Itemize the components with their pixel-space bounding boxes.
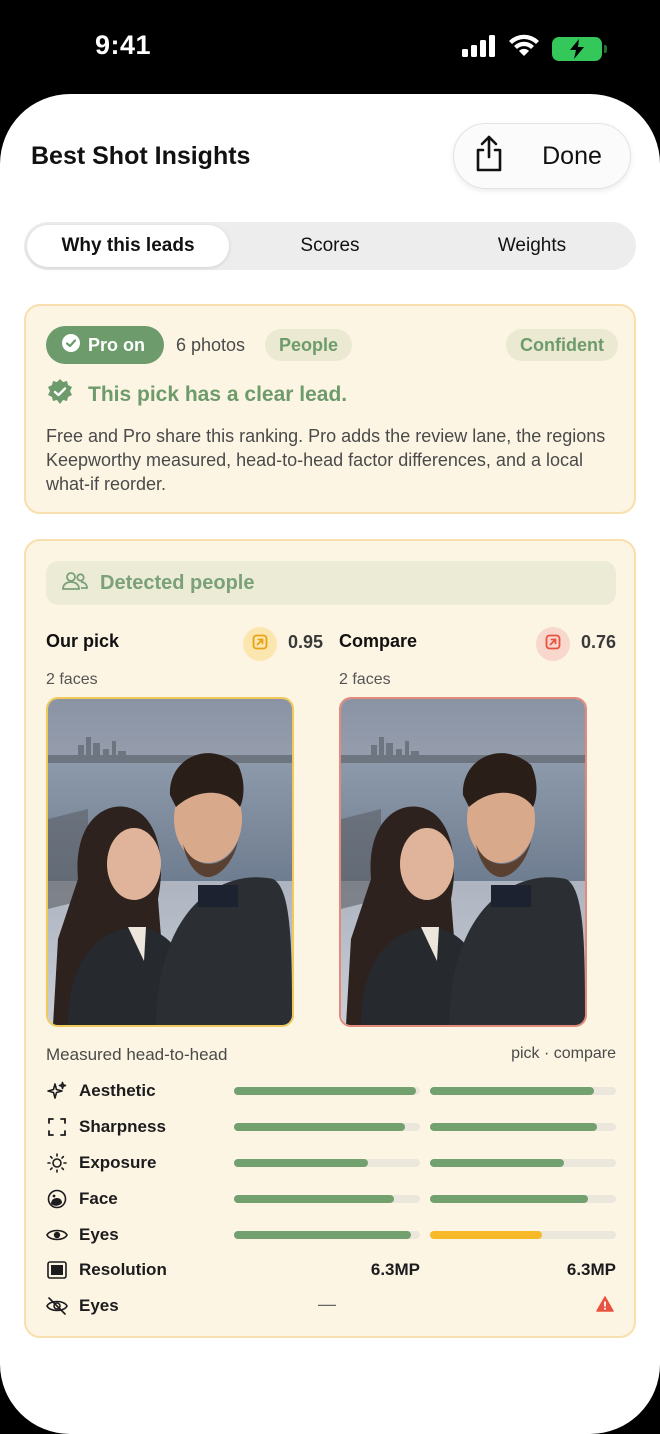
compare-column: Compare 0.76 2 faces (339, 627, 616, 1027)
face-icon (46, 1188, 68, 1210)
sun-icon (46, 1152, 68, 1174)
lead-text: This pick has a clear lead. (88, 382, 348, 406)
detected-people-card: Detected people Our pick 0.95 2 faces Co… (24, 539, 636, 1338)
compare-resolution: 6.3MP (566, 1260, 616, 1279)
pick-faces: 2 faces (46, 671, 98, 688)
pick-eyes-closed-value: — (318, 1294, 336, 1314)
metric-row-exposure: Exposure (46, 1149, 616, 1177)
compare-bar-fill (430, 1159, 564, 1167)
head-to-head-label: Measured head-to-head (46, 1045, 228, 1064)
pick-bar-fill (234, 1195, 394, 1203)
compare-bar-track (430, 1159, 616, 1167)
metric-row-sharpness: Sharpness (46, 1113, 616, 1141)
pick-resolution: 6.3MP (370, 1260, 420, 1279)
metric-row-eyes-closed: Eyes — (46, 1292, 616, 1320)
summary-body: Free and Pro share this ranking. Pro add… (46, 426, 606, 494)
compare-faces: 2 faces (339, 671, 391, 688)
pick-title: Our pick (46, 631, 120, 651)
pick-bar-fill (234, 1087, 417, 1095)
photos-count: 6 photos (176, 335, 246, 355)
pro-on-label: Pro on (88, 334, 145, 355)
compare-photo[interactable] (339, 697, 587, 1027)
compare-header: Compare 0.76 (339, 627, 616, 661)
pick-bar-track (234, 1123, 420, 1131)
compare-bar-track (430, 1087, 616, 1095)
metric-row-resolution: Resolution 6.3MP 6.3MP (46, 1256, 616, 1284)
pick-photo[interactable] (46, 697, 294, 1027)
tab-weights[interactable]: Weights (431, 225, 633, 267)
head-to-head-header: Measured head-to-head pick · compare (46, 1041, 616, 1069)
expand-arrow-icon (545, 634, 561, 655)
metric-label: Eyes (79, 1296, 119, 1315)
tab-why-this-leads[interactable]: Why this leads (27, 225, 229, 267)
warning-icon (596, 1296, 614, 1317)
pick-score: 0.95 (287, 632, 323, 652)
pick-bar-track (234, 1087, 420, 1095)
pro-on-chip: Pro on (46, 326, 164, 364)
pick-bar-track (234, 1231, 420, 1239)
share-button[interactable] (454, 123, 524, 189)
segmented-control: Why this leads Scores Weights (24, 222, 636, 270)
share-icon (473, 135, 505, 178)
focus-frame-icon (46, 1116, 68, 1138)
status-icons (462, 34, 607, 63)
compare-bar-fill (430, 1231, 542, 1239)
status-bar: 9:41 (0, 0, 660, 95)
tab-scores[interactable]: Scores (229, 225, 431, 267)
confidence-chip: Confident (506, 329, 618, 361)
compare-title: Compare (339, 631, 418, 651)
verified-seal-icon (46, 378, 74, 411)
metric-row-face: Face (46, 1185, 616, 1213)
detected-people-banner[interactable]: Detected people (46, 561, 616, 605)
pick-bar-track (234, 1195, 420, 1203)
sparkles-icon (46, 1080, 68, 1102)
category-chip: People (265, 329, 353, 361)
summary-card: Pro on 6 photos People Confident This pi… (24, 304, 636, 514)
metric-label: Sharpness (79, 1117, 166, 1136)
verified-badge-icon (62, 333, 80, 357)
detected-people-label: Detected people (100, 571, 255, 594)
pick-bar-fill (234, 1123, 406, 1131)
compare-bar-fill (430, 1087, 594, 1095)
eye-icon (46, 1224, 68, 1246)
battery-charging-icon (552, 36, 607, 61)
metric-label: Resolution (79, 1260, 167, 1279)
metric-label: Eyes (79, 1225, 119, 1244)
pick-bar-fill (234, 1159, 368, 1167)
metric-label: Aesthetic (79, 1081, 156, 1100)
compare-bar-track (430, 1231, 616, 1239)
compare-score: 0.76 (580, 632, 616, 652)
pick-bar-track (234, 1159, 420, 1167)
cellular-signal-icon (462, 35, 496, 62)
compare-expand-button[interactable] (536, 627, 570, 661)
display-icon (46, 1259, 68, 1281)
compare-bar-track (430, 1195, 616, 1203)
insights-sheet: Best Shot Insights Done Why this leads S… (0, 94, 660, 1434)
lead-row: This pick has a clear lead. (46, 378, 347, 411)
compare-bar-fill (430, 1195, 589, 1203)
page-title: Best Shot Insights (31, 142, 251, 170)
pick-column: Our pick 0.95 2 faces (46, 627, 323, 1027)
compare-bar-track (430, 1123, 616, 1131)
expand-arrow-icon (252, 634, 268, 655)
header-actions: Done (453, 123, 631, 189)
metric-label: Face (79, 1189, 118, 1208)
wifi-icon (508, 34, 540, 63)
metric-row-eyes: Eyes (46, 1221, 616, 1249)
head-to-head-legend: pick · compare (511, 1045, 616, 1062)
eye-slash-icon (46, 1295, 68, 1317)
people-icon (62, 571, 88, 596)
pick-bar-fill (234, 1231, 411, 1239)
pick-header: Our pick 0.95 (46, 627, 323, 661)
status-time: 9:41 (95, 30, 152, 60)
metric-label: Exposure (79, 1153, 157, 1172)
compare-bar-fill (430, 1123, 598, 1131)
pick-expand-button[interactable] (243, 627, 277, 661)
summary-chips: Pro on 6 photos People Confident (46, 326, 618, 364)
done-button[interactable]: Done (524, 142, 630, 171)
metric-row-aesthetic: Aesthetic (46, 1077, 616, 1105)
